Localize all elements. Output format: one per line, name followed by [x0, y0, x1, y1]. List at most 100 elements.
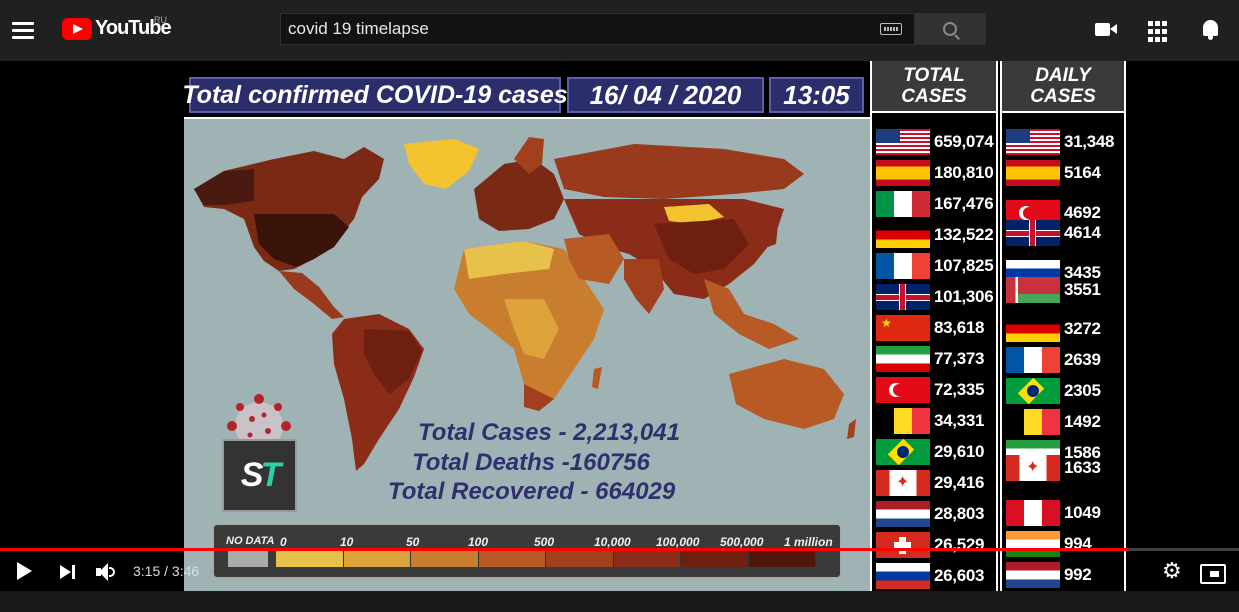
flag-by-icon — [1006, 277, 1060, 303]
flag-br-icon — [876, 439, 930, 465]
create-video-icon[interactable] — [1095, 19, 1119, 41]
flag-de-icon — [876, 222, 930, 248]
video-header-strip: Total confirmed COVID-19 cases 16/ 04 / … — [184, 61, 870, 117]
total-cases-value: 180,810 — [934, 163, 994, 182]
notifications-bell-icon[interactable] — [1200, 19, 1224, 41]
alaska — [194, 169, 254, 205]
total-cases-row: 72,335 — [876, 377, 985, 403]
flag-es-icon — [1006, 160, 1060, 186]
daily-cases-row: 31,348 — [1006, 129, 1115, 155]
volume-icon[interactable] — [96, 561, 118, 583]
legend-label: 100,000 — [656, 535, 700, 549]
search-box — [280, 13, 915, 45]
greenland — [404, 139, 479, 189]
flag-tr-icon — [876, 377, 930, 403]
flag-be-icon — [1006, 409, 1060, 435]
daily-cases-value: 4614 — [1064, 223, 1101, 242]
flag-be-icon — [876, 408, 930, 434]
daily-cases-row: 1492 — [1006, 409, 1101, 435]
flag-de-icon — [1006, 316, 1060, 342]
search-button[interactable] — [914, 13, 986, 45]
total-cases-row: 29,610 — [876, 439, 985, 465]
youtube-page: YouTube RU Total confirmed COVID-19 case… — [0, 0, 1239, 612]
total-cases-value: 29,610 — [934, 442, 985, 461]
video-date-box: 16/ 04 / 2020 — [567, 77, 764, 113]
apps-grid-icon[interactable] — [1148, 21, 1172, 43]
russia — [554, 144, 804, 199]
japan — [768, 214, 779, 247]
total-cases-text: Total Cases - 2,213,041 — [418, 419, 680, 446]
total-cases-row: 101,306 — [876, 284, 994, 310]
flag-ir-icon — [876, 346, 930, 372]
daily-cases-row: 3272 — [1006, 316, 1101, 342]
daily-cases-row: 3551 — [1006, 277, 1101, 303]
flag-uk-icon — [876, 284, 930, 310]
play-icon[interactable] — [14, 561, 36, 583]
legend-label: 10,000 — [594, 535, 631, 549]
daily-cases-value: 3272 — [1064, 319, 1101, 338]
daily-cases-row: 2305 — [1006, 378, 1101, 404]
australia — [729, 359, 844, 429]
video-time-box: 13:05 — [769, 77, 864, 113]
total-cases-value: 659,074 — [934, 132, 994, 151]
madagascar — [592, 367, 602, 389]
total-recovered-text: Total Recovered - 664029 — [388, 478, 676, 505]
legend-label: 50 — [406, 535, 420, 549]
mexico-central — [279, 271, 344, 319]
legend-label: 500 — [534, 535, 555, 549]
total-cases-row: 28,803 — [876, 501, 985, 527]
total-cases-row: 83,618 — [876, 315, 985, 341]
masthead: YouTube RU — [0, 0, 1239, 61]
india — [624, 259, 664, 314]
daily-cases-row: 4614 — [1006, 220, 1101, 246]
channel-logo: ST — [222, 439, 297, 512]
legend-label: 500,000 — [720, 535, 764, 549]
flag-br-icon — [1006, 378, 1060, 404]
flag-uk-icon — [1006, 220, 1060, 246]
flag-ca-icon — [876, 470, 930, 496]
daily-cases-value: 2639 — [1064, 350, 1101, 369]
total-cases-value: 29,416 — [934, 473, 985, 492]
video-player[interactable]: Total confirmed COVID-19 cases 16/ 04 / … — [184, 61, 1130, 591]
player-controls: 3:15 / 3:46 — [0, 551, 1239, 591]
daily-cases-panel: DAILY CASES 31,348 5164 4692 4614 3435 3551 32… — [1000, 61, 1126, 591]
youtube-play-icon — [62, 17, 92, 40]
time-display: 3:15 / 3:46 — [133, 563, 200, 579]
next-icon[interactable] — [58, 561, 80, 583]
video-title-box: Total confirmed COVID-19 cases — [184, 77, 568, 113]
total-cases-value: 28,803 — [934, 504, 985, 523]
daily-cases-value: 1492 — [1064, 412, 1101, 431]
menu-icon[interactable] — [10, 18, 36, 44]
youtube-logo[interactable]: YouTube RU — [62, 15, 172, 40]
new-zealand — [847, 419, 856, 439]
total-deaths-text: Total Deaths -160756 — [412, 449, 650, 476]
flag-us-icon — [876, 129, 930, 155]
flag-es-icon — [876, 160, 930, 186]
total-cases-row: 77,373 — [876, 346, 985, 372]
keyboard-icon[interactable] — [880, 23, 902, 35]
flag-pe-icon — [1006, 500, 1060, 526]
total-cases-value: 132,522 — [934, 225, 994, 244]
region-code: RU — [154, 15, 167, 25]
total-cases-value: 83,618 — [934, 318, 985, 337]
search-input[interactable] — [281, 19, 880, 39]
daily-cases-row: 1633 — [1006, 455, 1101, 481]
legend-label: 10 — [340, 535, 354, 549]
total-cases-value: 101,306 — [934, 287, 994, 306]
daily-cases-value: 2305 — [1064, 381, 1101, 400]
total-cases-row: 180,810 — [876, 160, 994, 186]
total-cases-value: 72,335 — [934, 380, 985, 399]
page-bottom-strip — [0, 591, 1239, 612]
total-cases-row: 107,825 — [876, 253, 994, 279]
miniplayer-icon[interactable] — [1200, 561, 1226, 584]
flag-nl-icon — [876, 501, 930, 527]
total-cases-panel: TOTAL CASES 659,074 180,810 167,476 132,522… — [870, 61, 998, 591]
flag-ca-icon — [1006, 455, 1060, 481]
total-cases-value: 107,825 — [934, 256, 994, 275]
world-map-svg — [194, 137, 856, 471]
legend-label: 100 — [468, 535, 489, 549]
total-cases-header: TOTAL CASES — [872, 61, 996, 113]
settings-gear-icon[interactable] — [1162, 558, 1184, 584]
legend-no-data-label: NO DATA — [226, 535, 275, 547]
flag-fr-icon — [1006, 347, 1060, 373]
